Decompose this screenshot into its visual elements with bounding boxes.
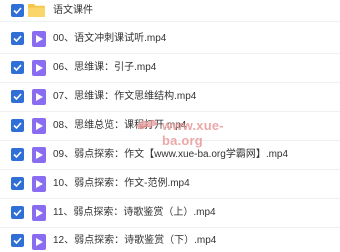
file-row[interactable]: 08、思维总览：课程打开.mp4 xyxy=(0,111,340,141)
file-row[interactable]: 10、弱点探索：作文-范例.mp4 xyxy=(0,169,340,199)
folder-icon xyxy=(28,4,45,17)
file-name: 08、思维总览：课程打开.mp4 xyxy=(53,120,187,131)
file-checkbox[interactable] xyxy=(11,177,24,190)
folder-name: 语文课件 xyxy=(53,5,93,16)
file-checkbox[interactable] xyxy=(11,32,24,45)
file-name: 00、语文冲刺课试听.mp4 xyxy=(53,33,167,44)
folder-row[interactable]: 语文课件 xyxy=(0,0,340,22)
video-file-icon xyxy=(32,234,46,250)
file-row[interactable]: 07、思维课：作文思维结构.mp4 xyxy=(0,82,340,112)
folder-checkbox[interactable] xyxy=(11,4,24,17)
file-row[interactable]: 11、弱点探索：诗歌鉴赏（上）.mp4 xyxy=(0,198,340,228)
file-checkbox[interactable] xyxy=(11,119,24,132)
file-checkbox[interactable] xyxy=(11,90,24,103)
file-checkbox[interactable] xyxy=(11,206,24,219)
file-row[interactable]: 06、思维课：引子.mp4 xyxy=(0,53,340,83)
file-name: 12、弱点探索：诗歌鉴赏（下）.mp4 xyxy=(53,235,217,246)
file-checkbox[interactable] xyxy=(11,61,24,74)
file-row[interactable]: 12、弱点探索：诗歌鉴赏（下）.mp4 xyxy=(0,227,340,252)
video-file-icon xyxy=(32,147,46,163)
file-row[interactable]: 09、弱点探索：作文【www.xue-ba.org学霸网】.mp4 xyxy=(0,140,340,170)
file-list: 语文课件 00、语文冲刺课试听.mp4 06、思维课：引子.mp4 07、思维课… xyxy=(0,0,340,252)
video-file-icon xyxy=(32,118,46,134)
file-name: 07、思维课：作文思维结构.mp4 xyxy=(53,91,197,102)
file-checkbox[interactable] xyxy=(11,148,24,161)
video-file-icon xyxy=(32,205,46,221)
file-row[interactable]: 00、语文冲刺课试听.mp4 xyxy=(0,24,340,54)
video-file-icon xyxy=(32,31,46,47)
video-file-icon xyxy=(32,60,46,76)
file-name: 09、弱点探索：作文【www.xue-ba.org学霸网】.mp4 xyxy=(53,149,289,160)
file-name: 11、弱点探索：诗歌鉴赏（上）.mp4 xyxy=(53,207,216,218)
file-name: 10、弱点探索：作文-范例.mp4 xyxy=(53,178,190,189)
video-file-icon xyxy=(32,176,46,192)
video-file-icon xyxy=(32,89,46,105)
file-name: 06、思维课：引子.mp4 xyxy=(53,62,157,73)
file-checkbox[interactable] xyxy=(11,234,24,247)
